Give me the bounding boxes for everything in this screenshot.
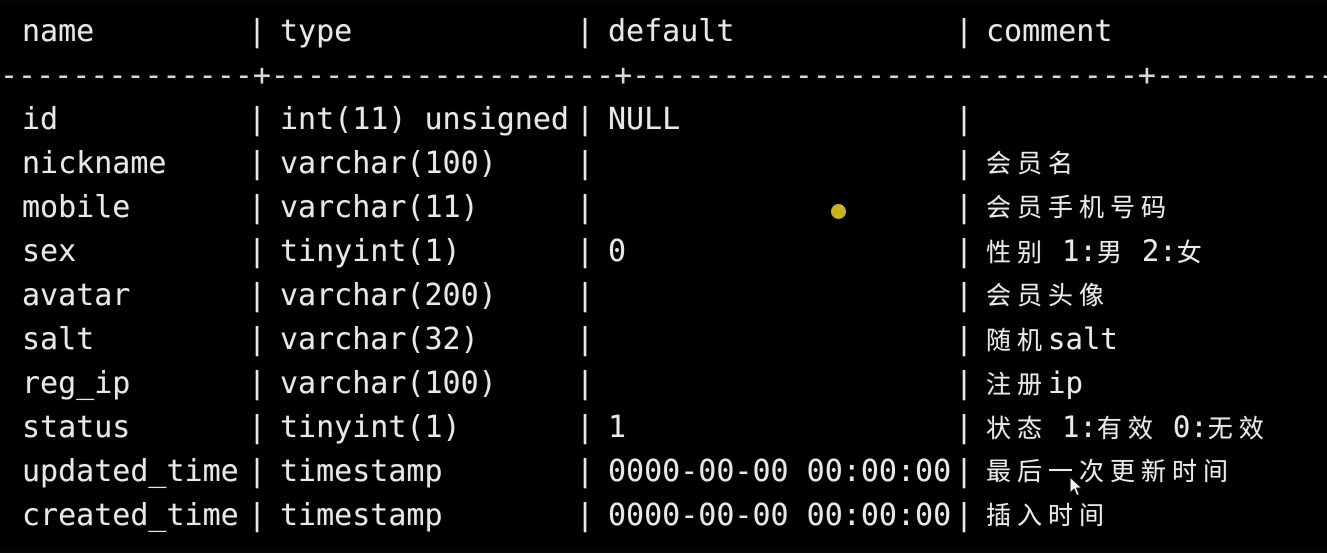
column-separator: | <box>576 410 595 445</box>
column-separator: | <box>576 278 595 313</box>
column-separator: | <box>248 102 267 137</box>
column-separator: | <box>955 454 974 489</box>
cell-type: varchar(32) <box>280 322 479 357</box>
column-separator: | <box>248 190 267 225</box>
column-header-default: default <box>608 14 735 49</box>
cell-name: nickname <box>22 146 167 181</box>
cell-default: 0000-00-00 00:00:00 <box>608 454 952 489</box>
terminal-screen[interactable]: name | type | default | comment --------… <box>0 0 1327 553</box>
cell-comment: 状态 1:有效 0:无效 <box>986 410 1270 444</box>
table-rule-row: --------------+-------------------+-----… <box>0 54 1327 98</box>
cell-comment: 最后一次更新时间 <box>986 457 1235 486</box>
column-separator: | <box>248 498 267 533</box>
cell-comment: 会员头像 <box>986 281 1111 310</box>
cell-default: NULL <box>608 102 681 137</box>
column-header-type: type <box>280 14 353 49</box>
cell-comment: 会员名 <box>986 149 1080 178</box>
table-row: salt | varchar(32) | | 随机salt <box>0 318 1327 362</box>
column-separator: | <box>955 410 974 445</box>
terminal-window[interactable]: name | type | default | comment --------… <box>0 0 1327 553</box>
cell-comment: 随机salt <box>986 322 1118 356</box>
column-separator: | <box>248 234 267 269</box>
cell-name: status <box>22 410 131 445</box>
column-separator: | <box>955 366 974 401</box>
table-header-row: name | type | default | comment <box>0 10 1327 54</box>
cell-comment: 会员手机号码 <box>986 193 1173 222</box>
column-separator: | <box>248 278 267 313</box>
cell-name: avatar <box>22 278 131 313</box>
cell-default: 1 <box>608 410 627 445</box>
column-separator: | <box>576 190 595 225</box>
table-row: status | tinyint(1) | 1 | 状态 1:有效 0:无效 <box>0 406 1327 450</box>
column-separator: | <box>248 14 267 49</box>
column-separator: | <box>955 146 974 181</box>
column-separator: | <box>576 498 595 533</box>
column-separator: | <box>576 454 595 489</box>
cell-name: sex <box>22 234 77 269</box>
column-separator: | <box>576 234 595 269</box>
column-separator: | <box>576 322 595 357</box>
cell-name: created_time <box>22 498 239 533</box>
table-row: mobile | varchar(11) | | 会员手机号码 <box>0 186 1327 230</box>
column-separator: | <box>576 366 595 401</box>
cell-default: 0 <box>608 234 627 269</box>
cell-type: timestamp <box>280 498 443 533</box>
column-separator: | <box>955 322 974 357</box>
cell-type: int(11) unsigned <box>280 102 569 137</box>
column-separator: | <box>576 14 595 49</box>
table-row: avatar | varchar(200) | | 会员头像 <box>0 274 1327 318</box>
table-body: id | int(11) unsigned | NULL | nickname | varcha… <box>0 98 1327 538</box>
column-separator: | <box>955 278 974 313</box>
column-separator: | <box>955 234 974 269</box>
column-separator: | <box>576 146 595 181</box>
column-separator: | <box>248 410 267 445</box>
table-rule: --------------+-------------------+-----… <box>0 58 1327 93</box>
cell-comment: 注册ip <box>986 366 1083 400</box>
cell-name: reg_ip <box>22 366 131 401</box>
cell-type: varchar(11) <box>280 190 479 225</box>
cell-type: timestamp <box>280 454 443 489</box>
column-separator: | <box>248 322 267 357</box>
cell-name: updated_time <box>22 454 239 489</box>
column-separator: | <box>248 454 267 489</box>
table-row: id | int(11) unsigned | NULL | <box>0 98 1327 142</box>
table-row: created_time | timestamp | 0000-00-00 00:00:… <box>0 494 1327 538</box>
column-separator: | <box>248 366 267 401</box>
cell-type: varchar(100) <box>280 146 497 181</box>
column-separator: | <box>576 102 595 137</box>
cell-comment: 插入时间 <box>986 501 1111 530</box>
column-separator: | <box>955 14 974 49</box>
cell-default: 0000-00-00 00:00:00 <box>608 498 952 533</box>
cell-type: varchar(200) <box>280 278 497 313</box>
column-separator: | <box>248 146 267 181</box>
cell-type: varchar(100) <box>280 366 497 401</box>
table-row: updated_time | timestamp | 0000-00-00 00:00:… <box>0 450 1327 494</box>
column-header-name: name <box>22 14 95 49</box>
cell-type: tinyint(1) <box>280 410 461 445</box>
table-row: sex | tinyint(1) | 0 | 性别 1:男 2:女 <box>0 230 1327 274</box>
table-row: reg_ip | varchar(100) | | 注册ip <box>0 362 1327 406</box>
cell-name: salt <box>22 322 95 357</box>
cell-comment: 性别 1:男 2:女 <box>986 234 1208 268</box>
table-row: nickname | varchar(100) | | 会员名 <box>0 142 1327 186</box>
column-header-comment: comment <box>986 14 1113 49</box>
column-separator: | <box>955 190 974 225</box>
cell-type: tinyint(1) <box>280 234 461 269</box>
column-separator: | <box>955 498 974 533</box>
column-separator: | <box>955 102 974 137</box>
cell-name: mobile <box>22 190 131 225</box>
cell-name: id <box>22 102 59 137</box>
